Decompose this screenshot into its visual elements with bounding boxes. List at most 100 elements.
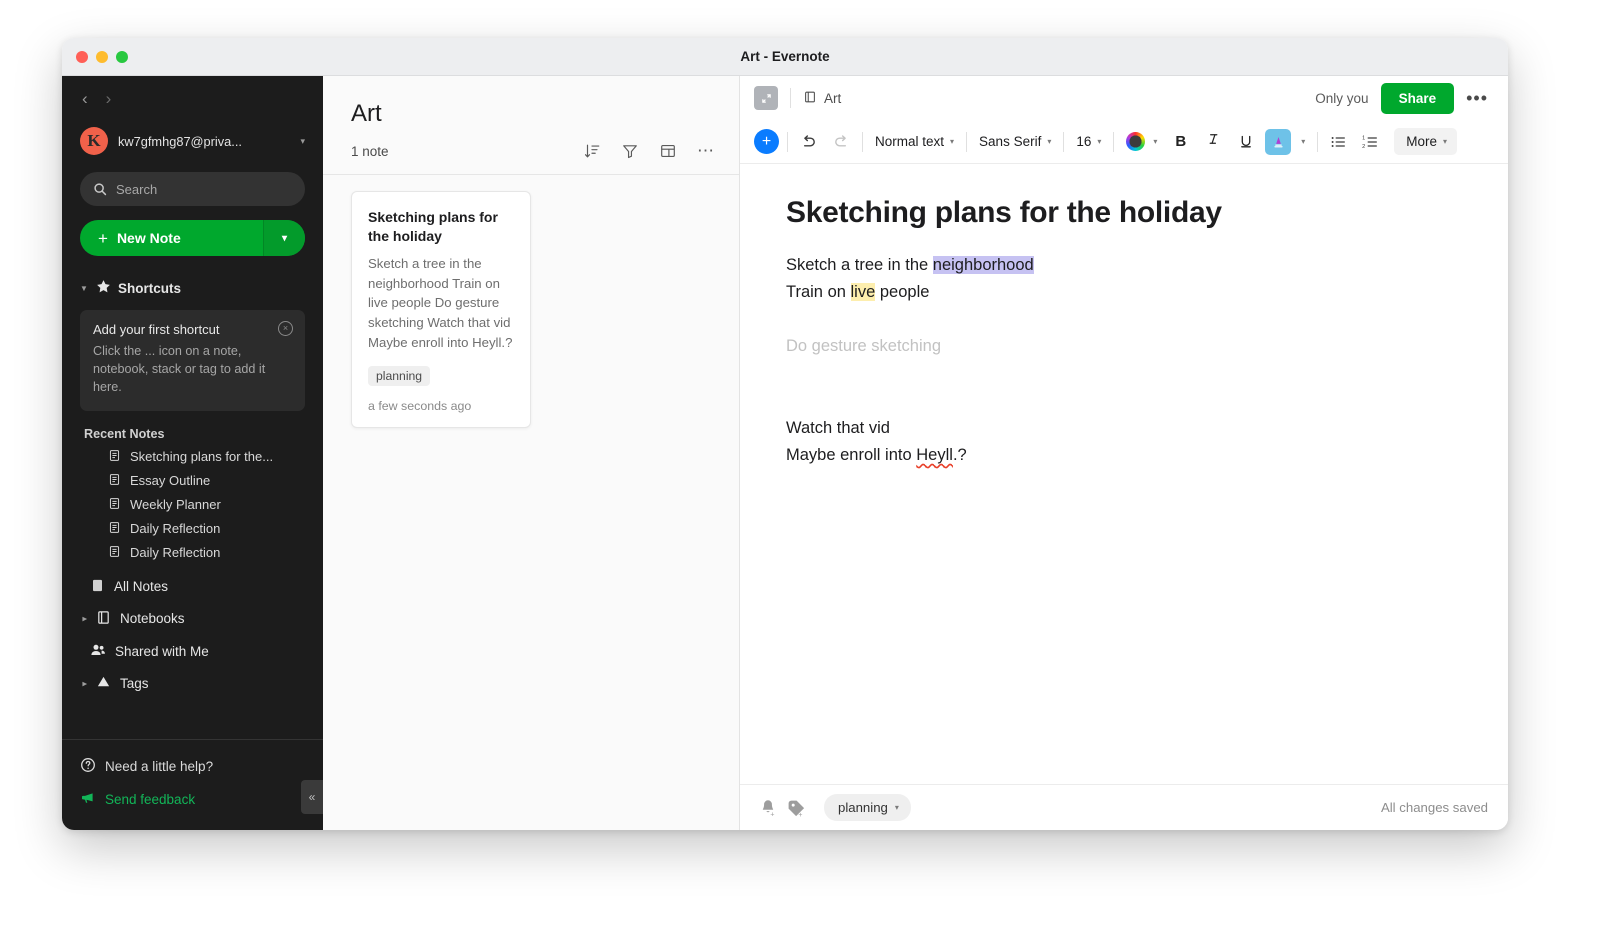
recent-note-label: Daily Reflection	[130, 545, 221, 561]
recent-note-item[interactable]: Daily Reflection	[62, 517, 323, 541]
close-window-button[interactable]	[76, 51, 88, 63]
note-count-label: 1 note	[351, 143, 389, 159]
sidebar-section-shortcuts[interactable]: ▼ Shortcuts	[62, 272, 323, 304]
star-icon	[96, 279, 111, 297]
note-editor: Art Only you Share ••• + Normal text ▾ S…	[740, 76, 1508, 830]
close-icon[interactable]: ×	[278, 321, 293, 336]
note-icon	[108, 497, 121, 513]
misspelled-word: Heyll	[916, 445, 953, 464]
shortcut-card-title: Add your first shortcut	[93, 322, 220, 337]
filter-icon[interactable]	[621, 142, 639, 160]
chevron-right-icon[interactable]: ▼	[80, 614, 89, 623]
highlight-color-dropdown[interactable]: ▾	[1299, 134, 1309, 149]
expand-icon[interactable]	[754, 86, 778, 110]
divider	[787, 131, 788, 152]
note-card[interactable]: Sketching plans for the holiday Sketch a…	[351, 191, 531, 428]
recent-note-item[interactable]: Weekly Planner	[62, 493, 323, 517]
visibility-label[interactable]: Only you	[1315, 91, 1368, 106]
nav-back-button[interactable]: ‹	[82, 90, 88, 107]
people-icon	[90, 642, 106, 661]
numbered-list-button[interactable]: 12	[1358, 130, 1382, 154]
add-tag-icon[interactable]: +	[786, 798, 806, 818]
new-note-button[interactable]: + New Note ▾	[80, 220, 305, 256]
collapse-sidebar-button[interactable]: «	[301, 780, 323, 814]
maximize-window-button[interactable]	[116, 51, 128, 63]
note-icon	[108, 545, 121, 561]
account-switcher[interactable]: K kw7gfmhg87@priva... ▾	[62, 120, 323, 160]
avatar[interactable]: K	[80, 127, 108, 155]
new-note-label: New Note	[116, 230, 181, 246]
note-tag-chip[interactable]: planning ▾	[824, 794, 911, 821]
plus-icon: +	[98, 228, 108, 248]
redo-icon[interactable]	[829, 129, 854, 154]
new-note-main[interactable]: + New Note	[80, 230, 263, 247]
insert-content-button[interactable]: +	[754, 129, 779, 154]
shortcut-card-body: Click the ... icon on a note, notebook, …	[93, 344, 266, 394]
grid-view-icon[interactable]	[659, 142, 677, 160]
more-formatting-button[interactable]: More ▾	[1394, 128, 1458, 155]
highlighter-button[interactable]	[1265, 128, 1292, 155]
note-text: Train on	[786, 283, 851, 302]
note-paragraph[interactable]: Sketch a tree in the neighborhood	[786, 252, 1462, 279]
note-card-tag[interactable]: planning	[368, 365, 431, 386]
window-titlebar: Art - Evernote	[62, 38, 1508, 76]
sidebar-section-label: Shortcuts	[118, 280, 182, 296]
notes-icon	[90, 578, 105, 596]
sidebar-item-send-feedback[interactable]: Send feedback	[62, 783, 323, 816]
minimize-window-button[interactable]	[96, 51, 108, 63]
bold-button[interactable]: B	[1169, 131, 1192, 152]
evernote-window: Art - Evernote ‹ › K kw7gfmhg87@priva...…	[62, 38, 1508, 830]
add-reminder-icon[interactable]: +	[758, 798, 778, 818]
more-icon[interactable]: ⋯	[697, 142, 715, 159]
window-title: Art - Evernote	[740, 49, 830, 64]
note-paragraph[interactable]: Train on live people	[786, 279, 1462, 306]
sidebar-item-help[interactable]: Need a little help?	[62, 750, 323, 783]
note-icon	[108, 521, 121, 537]
divider	[790, 88, 791, 108]
notebook-icon	[803, 90, 817, 107]
chevron-down-icon: ▾	[1443, 137, 1448, 146]
paragraph-style-dropdown[interactable]: Normal text ▾	[871, 131, 958, 152]
share-button[interactable]: Share	[1380, 82, 1455, 114]
sidebar-item-shared-with-me[interactable]: Shared with Me	[62, 635, 323, 668]
traffic-lights	[76, 51, 128, 63]
font-family-value: Sans Serif	[979, 134, 1042, 149]
recent-note-item[interactable]: Essay Outline	[62, 469, 323, 493]
italic-button[interactable]	[1200, 129, 1227, 154]
note-content[interactable]: Sketching plans for the holiday Sketch a…	[740, 164, 1508, 784]
nav-forward-button[interactable]: ›	[106, 90, 112, 107]
chevron-down-icon: ▾	[894, 803, 899, 812]
sidebar-item-all-notes[interactable]: All Notes	[62, 571, 323, 603]
svg-text:+: +	[770, 811, 774, 818]
chevron-down-icon: ▾	[1097, 137, 1102, 146]
sidebar-item-label: Shared with Me	[115, 643, 209, 659]
chevron-down-icon: ▾	[1301, 137, 1306, 146]
format-toolbar: + Normal text ▾ Sans Serif ▾ 16 ▾ ▾ B ▾ …	[740, 120, 1508, 164]
note-paragraph[interactable]: Maybe enroll into Heyll.?	[786, 442, 1462, 469]
note-title[interactable]: Sketching plans for the holiday	[786, 196, 1462, 230]
search-input[interactable]: Search	[80, 172, 305, 206]
note-paragraph-muted[interactable]: Do gesture sketching	[786, 333, 1462, 360]
recent-note-item[interactable]: Sketching plans for the...	[62, 445, 323, 469]
sidebar-item-tags[interactable]: ▼ Tags	[62, 668, 323, 700]
bulleted-list-button[interactable]	[1326, 130, 1350, 154]
divider	[966, 131, 968, 152]
font-size-dropdown[interactable]: 16 ▾	[1072, 131, 1105, 152]
sidebar-item-notebooks[interactable]: ▼ Notebooks	[62, 603, 323, 635]
underline-button[interactable]	[1235, 130, 1257, 153]
note-paragraph[interactable]: Watch that vid	[786, 415, 1462, 442]
new-note-dropdown-button[interactable]: ▾	[263, 220, 305, 256]
text-color-dropdown[interactable]: ▾	[1122, 129, 1161, 154]
sort-icon[interactable]	[583, 142, 601, 160]
recent-note-item[interactable]: Daily Reflection	[62, 541, 323, 565]
note-text: .?	[952, 445, 967, 464]
font-family-dropdown[interactable]: Sans Serif ▾	[975, 131, 1055, 152]
notebook-chip[interactable]: Art	[803, 90, 841, 107]
chevron-down-icon: ▾	[281, 232, 288, 244]
sidebar-nav-arrows: ‹ ›	[62, 76, 323, 120]
chevron-right-icon[interactable]: ▼	[80, 679, 89, 688]
more-icon[interactable]: •••	[1466, 88, 1488, 109]
undo-icon[interactable]	[796, 129, 821, 154]
